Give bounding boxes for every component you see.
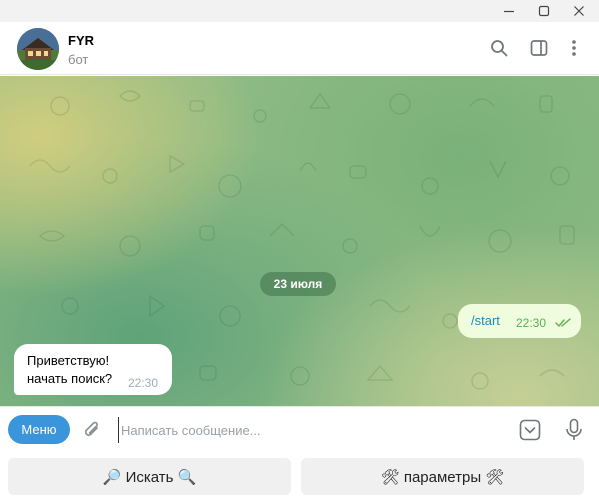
parameters-key-button[interactable]: 🛠 параметры 🛠 <box>301 458 584 495</box>
message-input[interactable] <box>118 417 498 443</box>
close-icon <box>574 6 584 16</box>
sidebar-icon <box>530 40 548 56</box>
more-icon <box>572 40 576 56</box>
date-separator: 23 июля <box>260 272 336 296</box>
search-button[interactable] <box>488 37 510 59</box>
close-button[interactable] <box>563 0 595 22</box>
search-icon <box>491 40 508 57</box>
sidebar-toggle-button[interactable] <box>528 37 550 59</box>
bot-menu-button[interactable]: Меню <box>8 415 70 444</box>
outgoing-message[interactable]: /start 22:30 <box>458 304 581 338</box>
command-link[interactable]: /start <box>471 312 500 330</box>
paperclip-icon <box>84 421 98 436</box>
keyboard-toggle-button[interactable] <box>518 418 542 442</box>
message-text-line: Приветствую! <box>27 353 110 368</box>
double-check-icon <box>555 318 571 327</box>
avatar[interactable] <box>17 28 59 70</box>
chat-area[interactable]: 23 июля /start 22:30 Приветствую! начать… <box>0 76 599 406</box>
house-avatar-icon <box>17 28 59 70</box>
message-time: 22:30 <box>128 376 159 390</box>
attach-button[interactable] <box>80 417 104 443</box>
voice-button[interactable] <box>562 416 586 444</box>
window-titlebar <box>0 0 599 22</box>
incoming-message[interactable]: Приветствую! начать поиск? 22:30 <box>14 344 172 395</box>
reply-keyboard: 🔎 Искать 🔍 🛠 параметры 🛠 <box>0 452 599 498</box>
maximize-button[interactable] <box>528 0 560 22</box>
bot-keyboard-icon <box>519 419 541 441</box>
chat-subtitle: бот <box>68 52 89 67</box>
message-time: 22:30 <box>516 316 547 330</box>
chat-title[interactable]: FYR <box>68 33 94 48</box>
microphone-icon <box>566 418 582 440</box>
maximize-icon <box>538 5 550 17</box>
minimize-button[interactable] <box>493 0 525 22</box>
composer: Меню <box>0 406 599 452</box>
minimize-icon <box>504 10 514 13</box>
message-text-line: начать поиск? <box>27 371 113 386</box>
chat-header: FYR бот <box>0 22 599 75</box>
search-key-button[interactable]: 🔎 Искать 🔍 <box>8 458 291 495</box>
more-button[interactable] <box>563 37 585 59</box>
